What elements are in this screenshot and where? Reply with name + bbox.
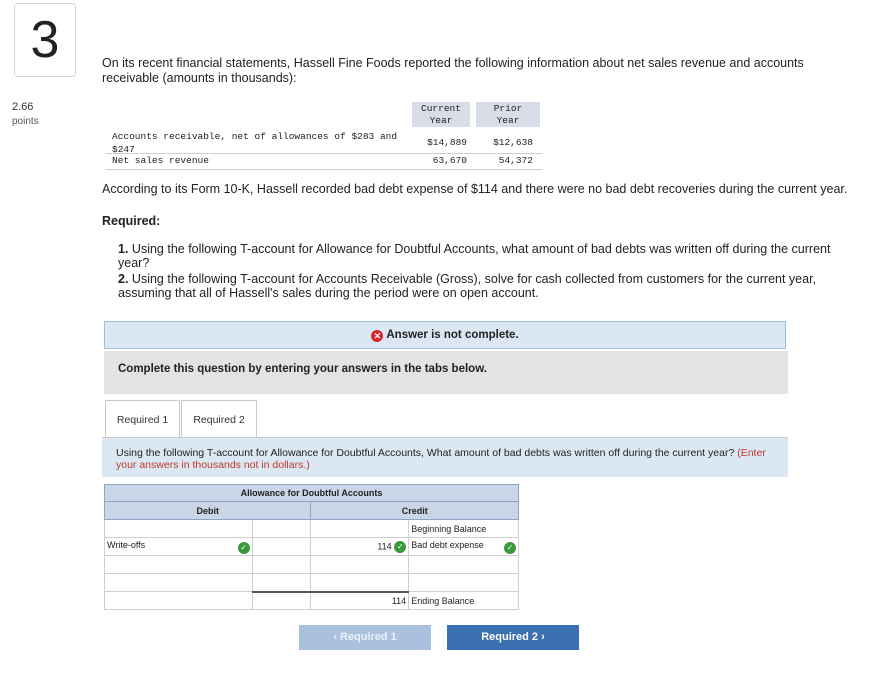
- requirement-1-text: Using the following T-account for Allowa…: [118, 242, 831, 270]
- bad-debt-label-cell: Bad debt expense ✓: [408, 537, 519, 556]
- credit-total-amount-cell[interactable]: [310, 573, 410, 593]
- debit-amount-cell-1[interactable]: [251, 519, 312, 538]
- panel-text: Using the following T-account for Allowa…: [116, 447, 735, 459]
- fin-divider-bottom: [106, 169, 542, 170]
- credit-total-label-cell[interactable]: [408, 573, 519, 592]
- intro-text: On its recent financial statements, Hass…: [102, 56, 804, 85]
- ending-balance-amount: 114: [310, 591, 410, 610]
- ending-balance-label: Ending Balance: [408, 591, 519, 610]
- col-prior-year: Prior Year: [476, 102, 540, 127]
- t-account-debit-header: Debit: [103, 501, 312, 520]
- ending-debit-amount-cell[interactable]: [251, 591, 312, 610]
- chevron-right-icon: ›: [538, 631, 545, 643]
- t-account: Allowance for Doubtful Accounts Debit Cr…: [103, 484, 519, 617]
- requirement-2-text: Using the following T-account for Accoun…: [118, 272, 817, 300]
- points-label: points: [12, 116, 39, 127]
- requirement-2-num: 2.: [118, 272, 129, 286]
- points-value: 2.66: [12, 101, 34, 113]
- debit-total-label-cell[interactable]: [104, 573, 253, 592]
- debit-total-amount-cell[interactable]: [251, 573, 312, 593]
- prev-required-button[interactable]: ‹ Required 1: [299, 625, 431, 650]
- status-text: Answer is not complete.: [386, 329, 519, 341]
- form-10k-text: According to its Form 10-K, Hassell reco…: [102, 182, 848, 196]
- fin-divider: [106, 153, 542, 154]
- fin-row-sales-current: 63,670: [432, 155, 467, 166]
- credit-amount-cell-3[interactable]: [310, 555, 410, 574]
- bad-debt-amount: 114: [377, 540, 392, 551]
- tab-required-1[interactable]: Required 1: [105, 400, 180, 438]
- debit-label-cell-3[interactable]: [104, 555, 253, 574]
- fin-row-sales-label: Net sales revenue: [112, 155, 209, 166]
- prev-button-label: Required 1: [339, 631, 397, 643]
- instructions-bar: Complete this question by entering your …: [104, 351, 788, 394]
- next-button-label: Required 2: [481, 631, 539, 643]
- write-offs-amount-input[interactable]: [251, 537, 312, 556]
- debit-label-cell-1[interactable]: [104, 519, 253, 538]
- instructions-text: Complete this question by entering your …: [118, 363, 487, 375]
- credit-label-cell-3[interactable]: [408, 555, 519, 574]
- fin-row-sales-prior: 54,372: [498, 155, 533, 166]
- write-offs-text: Write-offs: [107, 539, 146, 550]
- question-panel: Using the following T-account for Allowa…: [102, 437, 788, 477]
- chevron-left-icon: ‹: [333, 631, 340, 643]
- write-offs-label: Write-offs ✓: [104, 537, 253, 556]
- next-required-button[interactable]: Required 2 ›: [447, 625, 579, 650]
- bad-debt-label-check-icon: ✓: [504, 541, 516, 554]
- credit-amount-cell-1[interactable]: [310, 519, 410, 538]
- requirement-2: 2. Using the following T-account for Acc…: [118, 272, 853, 300]
- requirement-1-num: 1.: [118, 242, 129, 256]
- requirement-1: 1. Using the following T-account for All…: [118, 242, 853, 270]
- question-number: 3: [14, 3, 76, 77]
- debit-amount-cell-3[interactable]: [251, 555, 312, 574]
- ending-debit-label-cell[interactable]: [104, 591, 253, 610]
- bad-debt-label: Bad debt expense: [411, 539, 484, 550]
- bad-debt-amount-check-icon: ✓: [394, 540, 407, 553]
- status-banner: ✕ Answer is not complete.: [104, 321, 786, 349]
- t-account-title: Allowance for Doubtful Accounts: [104, 484, 519, 502]
- write-offs-check-icon: ✓: [237, 541, 250, 554]
- tab-required-2[interactable]: Required 2: [181, 400, 257, 438]
- required-heading: Required:: [102, 214, 161, 228]
- t-account-credit-header: Credit: [310, 501, 519, 520]
- col-current-year: Current Year: [412, 102, 470, 127]
- fin-row-ar-current: $14,889: [427, 137, 467, 148]
- beginning-balance-label: Beginning Balance: [408, 519, 519, 538]
- error-x-icon: ✕: [371, 330, 384, 342]
- bad-debt-amount-cell[interactable]: 114 ✓: [310, 537, 410, 556]
- fin-row-ar-prior: $12,638: [493, 137, 533, 148]
